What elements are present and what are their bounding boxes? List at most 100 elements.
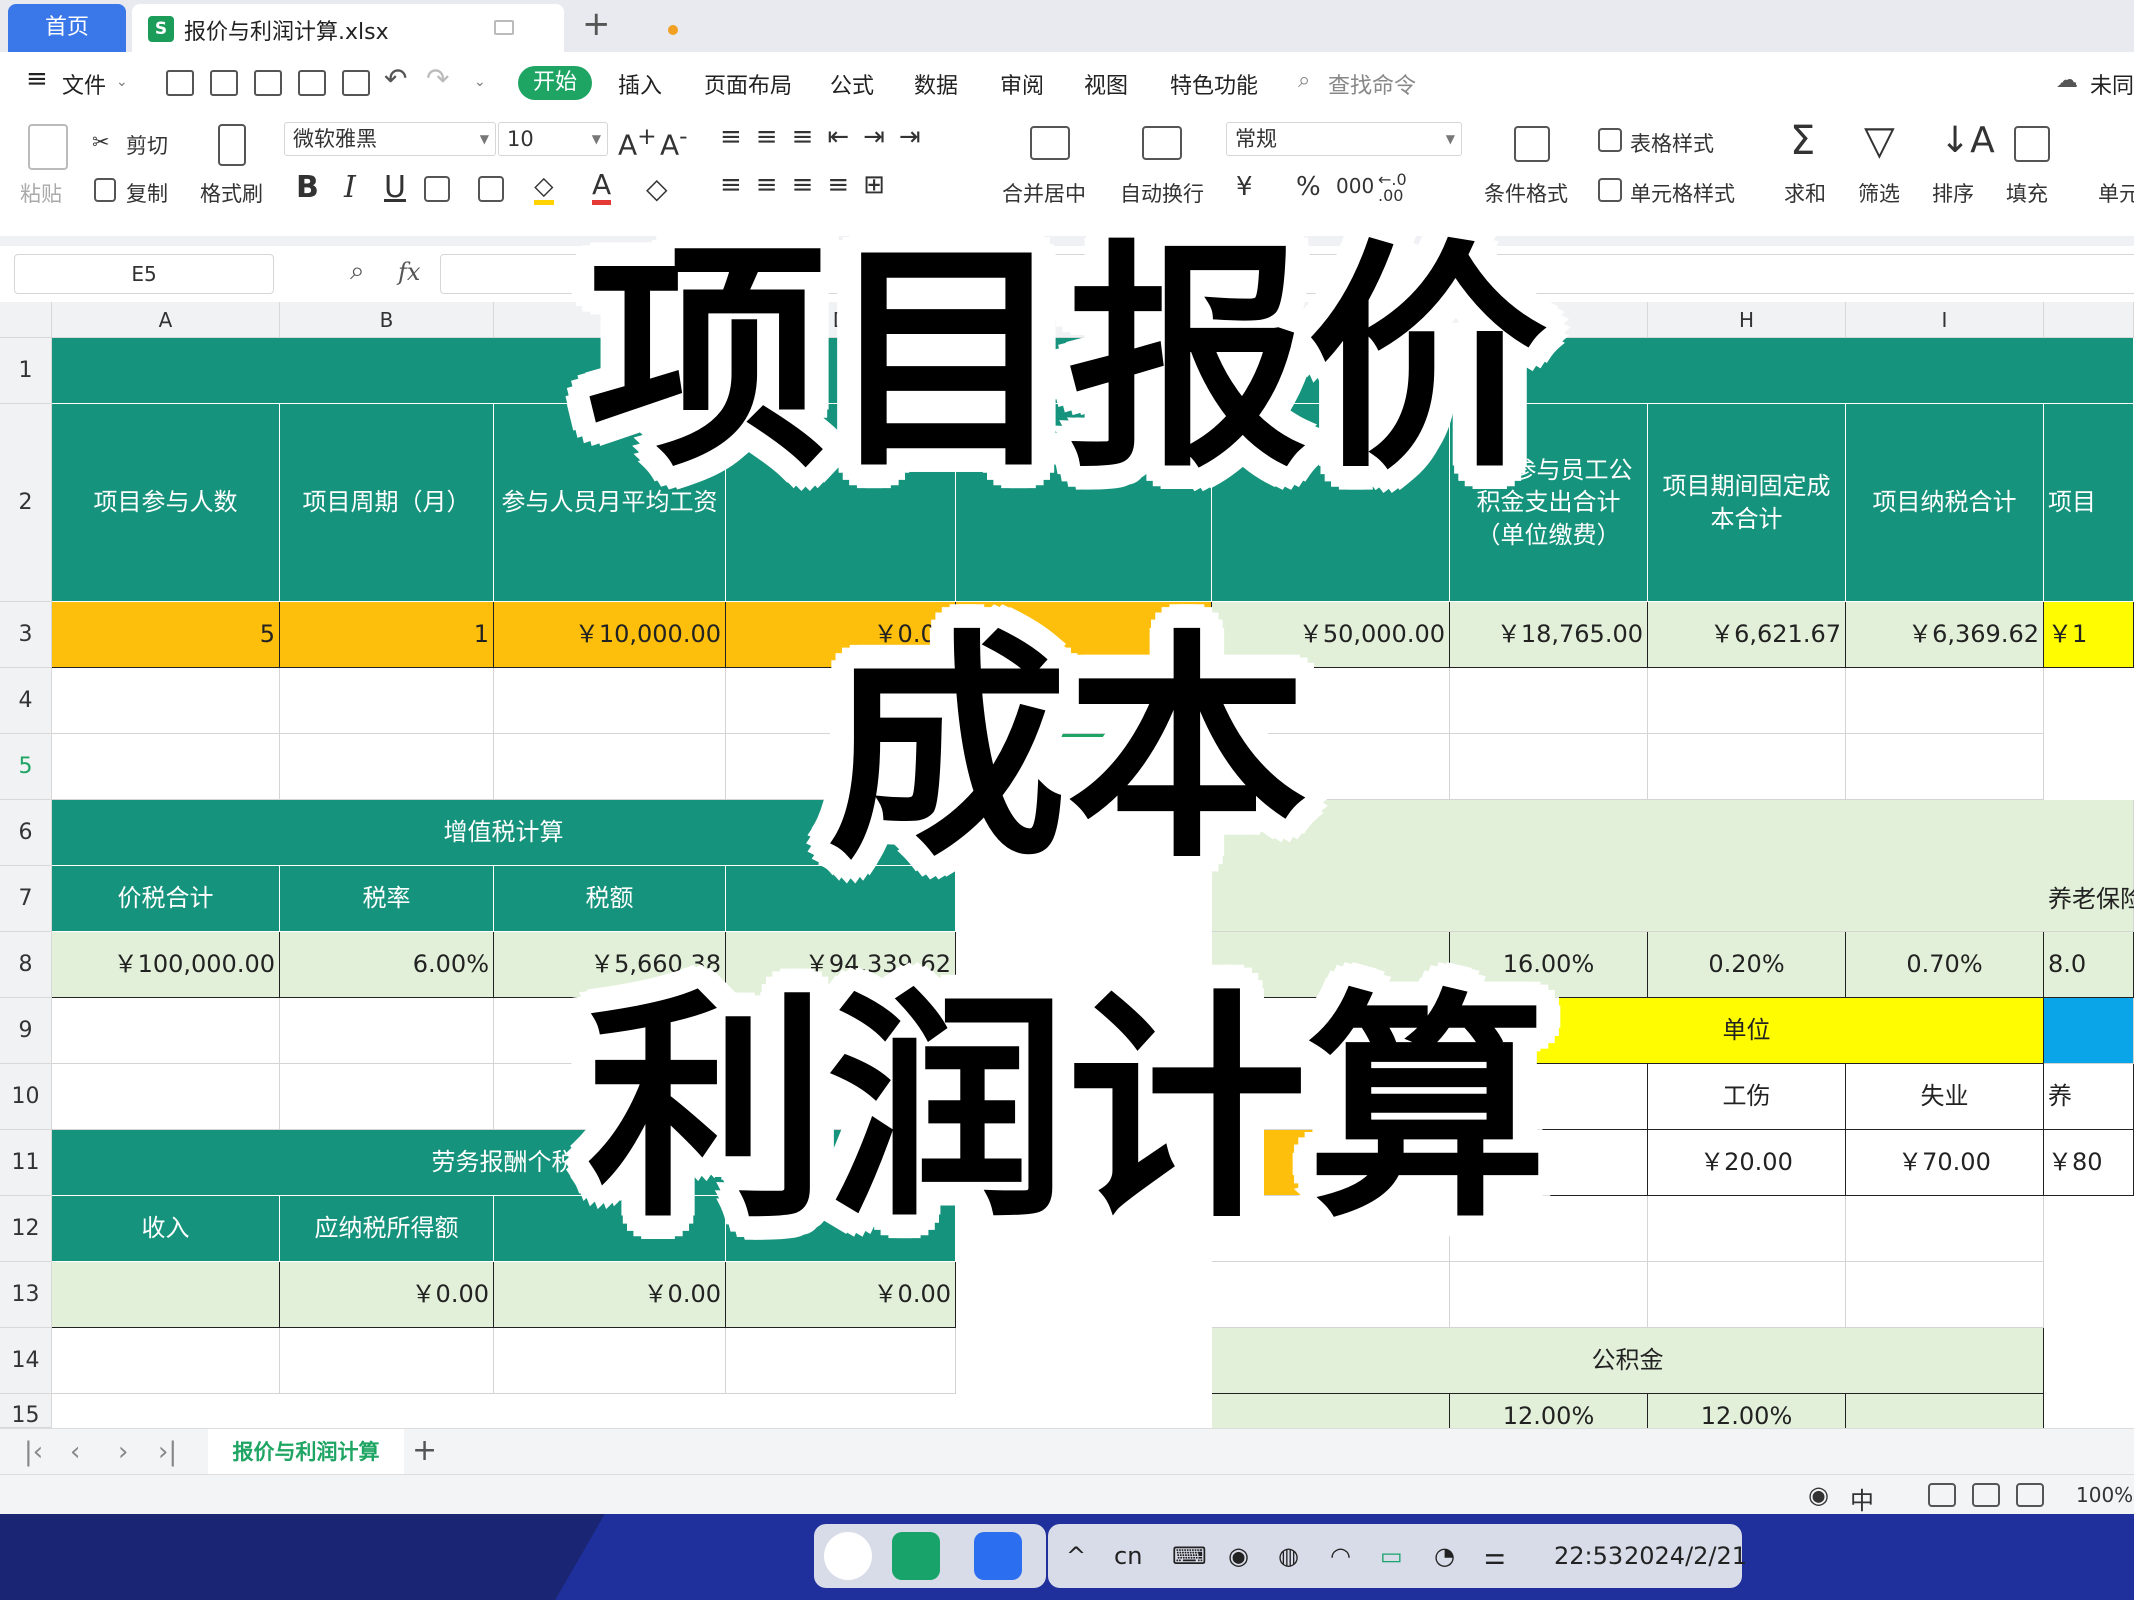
insurance-section-header[interactable] <box>1212 800 2134 932</box>
cell-b4[interactable] <box>280 668 494 734</box>
cell-style-button[interactable]: 单元格样式 <box>1630 178 1735 208</box>
cloud-icon[interactable]: ☁ <box>2056 68 2078 93</box>
redo-icon[interactable]: ↷ <box>426 62 449 95</box>
cell-g15[interactable]: 12.00% <box>1450 1394 1648 1428</box>
cell-c8[interactable]: ￥5,660.38 <box>494 932 726 998</box>
vat-section-header[interactable]: 增值税计算 <box>52 800 956 866</box>
zoom-search-icon[interactable]: ⌕ <box>350 256 365 287</box>
cell-g10[interactable] <box>1450 1064 1648 1130</box>
cell-h15[interactable]: 12.00% <box>1648 1394 1846 1428</box>
cell-j7[interactable]: 养老保险 <box>2044 866 2134 932</box>
row-header[interactable]: 8 <box>0 932 52 998</box>
format-painter-icon[interactable] <box>218 124 246 166</box>
cell-i8[interactable]: 0.70% <box>1846 932 2044 998</box>
cell-h5[interactable] <box>1648 734 1846 800</box>
menu-formulas[interactable]: 公式 <box>830 68 874 100</box>
currency-format-button[interactable]: ¥ <box>1236 172 1253 202</box>
cell-i4[interactable] <box>1846 668 2044 734</box>
row-header[interactable]: 2 <box>0 404 52 602</box>
cell-g11[interactable] <box>1450 1130 1648 1196</box>
row-header[interactable]: 14 <box>0 1328 52 1394</box>
table-style-icon[interactable] <box>1598 128 1622 152</box>
cell-b2[interactable]: 项目周期（月） <box>280 404 494 602</box>
cell-h13[interactable] <box>1648 1262 1846 1328</box>
housing-fund-header[interactable]: 公积金 <box>1212 1328 2044 1394</box>
cell-a9[interactable] <box>52 998 280 1064</box>
name-box[interactable]: E5 <box>14 254 274 294</box>
cell-d9[interactable] <box>726 998 956 1064</box>
cell-a3[interactable]: 5 <box>52 602 280 668</box>
row-header[interactable]: 10 <box>0 1064 52 1130</box>
cell-h8[interactable]: 0.20% <box>1648 932 1846 998</box>
wps-app-icon[interactable] <box>974 1532 1022 1580</box>
merge-center-button[interactable]: 合并居中 <box>1002 178 1086 208</box>
cell-g13[interactable] <box>1450 1262 1648 1328</box>
normal-view-icon[interactable] <box>1928 1483 1956 1507</box>
cell-c12[interactable] <box>494 1196 726 1262</box>
cell-j10[interactable]: 养 <box>2044 1064 2134 1130</box>
monitor-icon[interactable] <box>494 20 514 35</box>
save-icon[interactable] <box>210 70 238 96</box>
wrap-text-button[interactable]: 自动换行 <box>1120 178 1204 208</box>
cell-b14[interactable] <box>280 1328 494 1394</box>
formula-input[interactable] <box>440 254 2134 294</box>
cell-d13[interactable]: ￥0.00 <box>726 1262 956 1328</box>
cell-f9[interactable] <box>1212 998 1450 1130</box>
row-header-selected[interactable]: 5 <box>0 734 52 800</box>
clock-date[interactable]: 2024/2/21 <box>1624 1542 1747 1570</box>
clear-format-icon[interactable]: ◇ <box>646 172 668 205</box>
cell-g3[interactable]: ￥18,765.00 <box>1450 602 1648 668</box>
column-header-h[interactable]: H <box>1648 302 1846 338</box>
sum-button[interactable]: 求和 <box>1784 178 1826 208</box>
cell-f11[interactable]: 0,000 <box>1264 1130 1450 1196</box>
cell-e3[interactable]: ￥0 <box>956 602 1212 668</box>
column-header-g[interactable]: G <box>1450 302 1648 338</box>
cell-h3[interactable]: ￥6,621.67 <box>1648 602 1846 668</box>
first-sheet-icon[interactable]: |‹ <box>24 1437 43 1467</box>
cut-button[interactable]: 剪切 <box>126 130 168 160</box>
cell-c14[interactable] <box>494 1328 726 1394</box>
export-pdf-icon[interactable] <box>254 70 282 96</box>
cell-f3[interactable]: ￥50,000.00 <box>1212 602 1450 668</box>
cell-d10[interactable] <box>726 1064 956 1130</box>
increase-font-icon[interactable]: A+ <box>618 122 657 161</box>
add-sheet-icon[interactable]: + <box>412 1433 437 1468</box>
cell-b5[interactable] <box>280 734 494 800</box>
font-family-select[interactable]: 微软雅黑 ▼ <box>284 122 496 156</box>
cell-b7[interactable]: 税率 <box>280 866 494 932</box>
cell-c10[interactable] <box>494 1064 726 1130</box>
tab-home[interactable]: 首页 <box>8 4 126 52</box>
cell-i2[interactable]: 项目纳税合计 <box>1846 404 2044 602</box>
cell-h11[interactable]: ￥20.00 <box>1648 1130 1846 1196</box>
cell-i3[interactable]: ￥6,369.62 <box>1846 602 2044 668</box>
input-language[interactable]: cn <box>1114 1542 1142 1570</box>
cell-a10[interactable] <box>52 1064 280 1130</box>
cell-d14[interactable] <box>726 1328 956 1394</box>
command-search[interactable]: 查找命令 <box>1328 68 1416 100</box>
select-all-corner[interactable] <box>0 302 52 338</box>
cell-b10[interactable] <box>280 1064 494 1130</box>
cell-d12[interactable] <box>726 1196 956 1262</box>
menu-file[interactable]: 文件 <box>62 68 106 100</box>
cell-style-icon[interactable] <box>1598 178 1622 202</box>
column-header-i[interactable]: I <box>1846 302 2044 338</box>
format-painter-button[interactable]: 格式刷 <box>200 178 263 208</box>
copy-button[interactable]: 复制 <box>126 178 168 208</box>
cell-d5[interactable] <box>726 734 956 800</box>
last-sheet-icon[interactable]: ›| <box>158 1437 177 1467</box>
scissors-icon[interactable]: ✂ <box>92 130 110 154</box>
sort-icon[interactable]: ↓A <box>1940 120 1995 161</box>
number-format-select[interactable]: 常规 ▼ <box>1226 122 1462 156</box>
row-header[interactable]: 1 <box>0 338 52 404</box>
row-header[interactable]: 13 <box>0 1262 52 1328</box>
column-header-c[interactable]: C <box>494 302 726 338</box>
cell-i10[interactable]: 失业 <box>1846 1064 2044 1130</box>
title-banner-cell[interactable] <box>52 338 2134 404</box>
cell-b9[interactable] <box>280 998 494 1064</box>
column-header-a[interactable]: A <box>52 302 280 338</box>
cell-c7[interactable]: 税额 <box>494 866 726 932</box>
wifi-icon[interactable]: ◠ <box>1330 1542 1351 1570</box>
cell-h4[interactable] <box>1648 668 1846 734</box>
cell-c3[interactable]: ￥10,000.00 <box>494 602 726 668</box>
paste-button[interactable]: 粘贴 <box>20 178 62 208</box>
